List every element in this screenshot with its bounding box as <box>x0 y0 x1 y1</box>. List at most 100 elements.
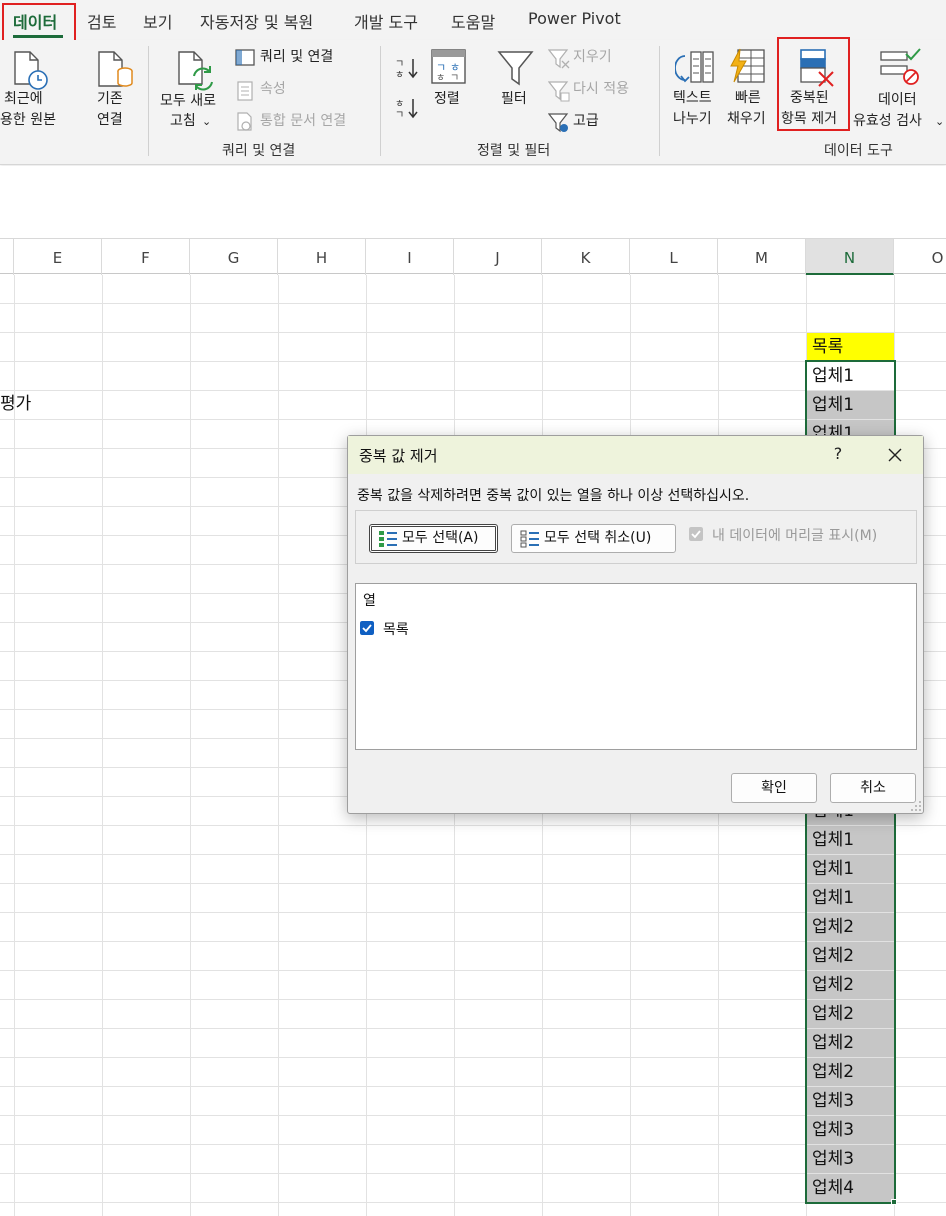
dialog-title-bar[interactable]: 중복 값 제거 ? <box>348 436 923 474</box>
edit-links-button[interactable]: 통합 문서 연결 <box>260 111 346 132</box>
column-item-label: 목록 <box>383 622 409 638</box>
properties-button[interactable]: 속성 <box>260 79 286 100</box>
svg-text:ㄱ: ㄱ <box>450 73 459 84</box>
sort-icon: ㄱ ㅎ ㅎ ㄱ <box>431 49 466 84</box>
ribbon-tab-bar: 데이터 검토 보기 자동저장 및 복원 개발 도구 도움말 Power Pivo… <box>0 0 946 43</box>
close-icon[interactable] <box>882 442 908 468</box>
cancel-button[interactable]: 취소 <box>830 773 916 803</box>
column-header-j[interactable]: J <box>454 239 542 275</box>
tab-developer[interactable]: 개발 도구 <box>354 9 418 33</box>
tab-power-pivot[interactable]: Power Pivot <box>528 9 621 28</box>
header-checkbox[interactable] <box>689 527 703 541</box>
edit-links-icon <box>237 112 252 131</box>
column-checkbox[interactable] <box>360 621 374 635</box>
sort-button[interactable]: 정렬 <box>434 89 460 110</box>
column-header-n[interactable]: N <box>806 239 894 275</box>
select-all-icon <box>379 531 397 547</box>
ribbon-separator <box>659 46 660 156</box>
cell-d-partial[interactable]: 평가 <box>0 390 55 419</box>
queries-connections-button[interactable]: 쿼리 및 연결 <box>260 47 333 68</box>
grid-line <box>102 275 103 1216</box>
recent-sources-label-2: 용한 원본 <box>0 112 56 128</box>
column-header-g[interactable]: G <box>190 239 278 275</box>
unselect-all-label: 모두 선택 취소(U) <box>544 530 652 546</box>
chevron-down-icon: ⌄ <box>202 115 212 128</box>
unselect-all-button[interactable]: 모두 선택 취소(U) <box>511 524 676 553</box>
columns-list-header: 열 <box>363 593 376 609</box>
flash-fill-icon <box>730 48 765 83</box>
chevron-down-icon: ⌄ <box>935 115 945 128</box>
reapply-filter-button[interactable]: 다시 적용 <box>573 79 629 100</box>
column-header-m[interactable]: M <box>718 239 806 275</box>
svg-text:ㄱ: ㄱ <box>395 110 404 121</box>
select-all-button[interactable]: 모두 선택(A) <box>369 524 498 553</box>
tab-view[interactable]: 보기 <box>143 9 172 33</box>
group-label-data-tools: 데이터 도구 <box>824 143 893 159</box>
data-validation-label-2: 유효성 검사 <box>853 113 922 129</box>
clear-filter-icon <box>548 49 570 69</box>
data-validation-icon <box>880 48 921 85</box>
existing-connections-label-1: 기존 <box>97 91 123 107</box>
recent-sources-icon <box>14 51 48 90</box>
column-header-e[interactable]: E <box>14 239 102 275</box>
svg-text:ㅎ: ㅎ <box>436 73 445 84</box>
flash-fill-label-1: 빠른 <box>735 90 761 106</box>
filter-icon <box>497 51 534 86</box>
queries-connections-icon <box>235 49 255 66</box>
text-to-columns-icon <box>675 51 714 83</box>
advanced-filter-icon <box>548 113 569 133</box>
flash-fill-label-2: 채우기 <box>727 111 766 127</box>
fill-handle[interactable] <box>891 1199 897 1205</box>
help-button[interactable]: ? <box>826 444 850 463</box>
column-header-i[interactable]: I <box>366 239 454 275</box>
svg-text:ㅎ: ㅎ <box>395 70 404 81</box>
dialog-title: 중복 값 제거 <box>359 447 438 465</box>
tab-autosave-recovery[interactable]: 자동저장 및 복원 <box>200 9 313 33</box>
ribbon-separator <box>148 46 149 156</box>
cell-n-header[interactable]: 목록 <box>807 333 894 361</box>
columns-list[interactable]: 열 목록 <box>355 583 917 750</box>
column-header-f[interactable]: F <box>102 239 190 275</box>
group-label-queries: 쿼리 및 연결 <box>222 143 296 159</box>
select-all-label: 모두 선택(A) <box>402 530 479 546</box>
grid-line <box>190 275 191 1216</box>
ribbon-separator <box>380 46 381 156</box>
column-header-h[interactable]: H <box>278 239 366 275</box>
column-header-partial[interactable] <box>0 239 14 275</box>
column-header-o[interactable]: O <box>894 239 946 275</box>
text-to-columns-label-2: 나누기 <box>673 111 712 127</box>
reapply-filter-icon <box>548 81 570 102</box>
unselect-all-icon <box>520 530 539 548</box>
sort-ascending-icon: ㄱ ㅎ <box>395 59 418 81</box>
recent-sources-label-1: 최근에 <box>4 91 43 107</box>
existing-connections-icon <box>98 51 133 87</box>
ok-button[interactable]: 확인 <box>731 773 817 803</box>
refresh-all-label-2: 고침 <box>170 113 196 129</box>
column-header-k[interactable]: K <box>542 239 630 275</box>
remove-duplicates-highlight-box <box>777 37 850 131</box>
column-header-l[interactable]: L <box>630 239 718 275</box>
properties-icon <box>237 81 253 101</box>
existing-connections-label-2: 연결 <box>97 112 123 128</box>
grid-line <box>0 332 946 333</box>
tab-highlight-box <box>2 3 76 43</box>
refresh-all-icon <box>178 51 213 91</box>
sort-descending-icon: ㅎ ㄱ <box>395 99 418 121</box>
grid-line <box>0 303 946 304</box>
formula-area <box>0 166 946 238</box>
text-to-columns-label-1: 텍스트 <box>673 90 712 106</box>
filter-button[interactable]: 필터 <box>501 89 527 110</box>
column-header-row: E F G H I J K L M N O <box>0 238 946 275</box>
grid-line <box>278 275 279 1216</box>
header-checkbox-label: 내 데이터에 머리글 표시(M) <box>712 528 878 544</box>
ribbon: 최근에 용한 원본 기존 연결 모두 새로 고침 ⌄ 쿼리 및 연결 속성 통합… <box>0 37 946 165</box>
advanced-filter-button[interactable]: 고급 <box>573 111 599 132</box>
group-label-sort-filter: 정렬 및 필터 <box>477 143 551 159</box>
tab-review[interactable]: 검토 <box>87 9 116 33</box>
resize-grip-icon[interactable] <box>910 800 922 812</box>
refresh-all-label-1: 모두 새로 <box>160 93 216 109</box>
tab-help[interactable]: 도움말 <box>451 9 495 33</box>
data-validation-label-1: 데이터 <box>878 92 917 108</box>
clear-filter-button[interactable]: 지우기 <box>573 47 612 68</box>
svg-text:ㅎ: ㅎ <box>395 99 404 110</box>
